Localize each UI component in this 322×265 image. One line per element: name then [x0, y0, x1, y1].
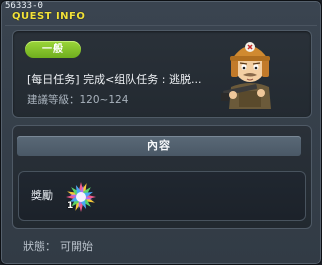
reward-box: [18, 171, 306, 221]
reward-item-quantity: 1: [67, 201, 74, 211]
level-label: 建議等級：: [27, 94, 80, 106]
quest-status: 狀態： 可開始: [23, 238, 93, 254]
title-divider: [5, 25, 317, 26]
status-value: 可開始: [60, 240, 93, 253]
quest-recommended-level: 建議等級：120~124: [27, 92, 128, 107]
soldier-npc-portrait: [221, 42, 271, 109]
reward-label: 獎勵: [31, 189, 53, 202]
quest-info-window: 56333-0 QUEST INFO 一般 [每日任务] 完成<组队任务 : 逃…: [0, 0, 322, 265]
window-title: QUEST INFO: [12, 11, 86, 22]
quest-id: 56333-0: [5, 1, 43, 11]
level-range: 120~124: [79, 94, 129, 106]
content-header: 內容: [17, 136, 301, 156]
status-label: 狀態：: [23, 240, 56, 253]
quest-name: [每日任务] 完成<组队任务 : 逃脱...: [27, 73, 202, 86]
quest-category-badge: 一般: [25, 41, 81, 58]
